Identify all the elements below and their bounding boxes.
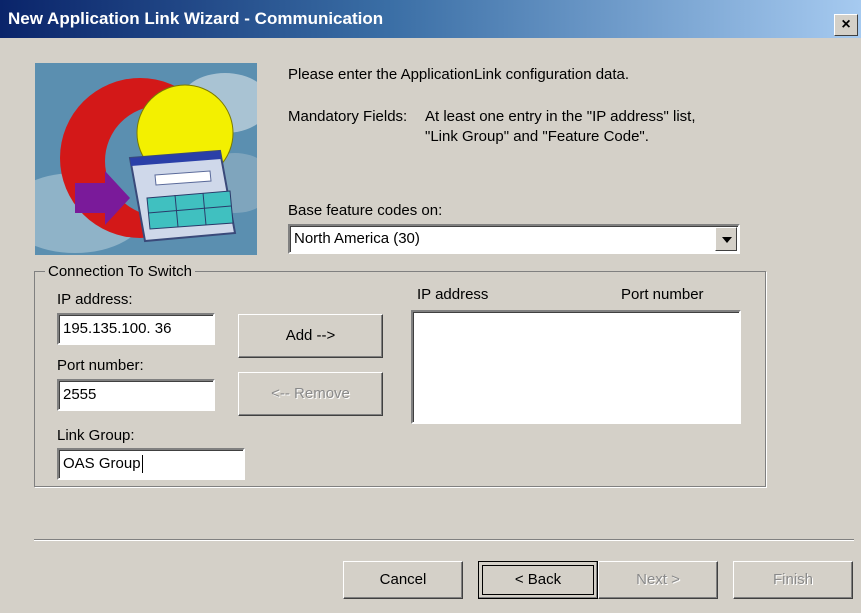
close-button[interactable]: ×: [834, 14, 858, 36]
add-button[interactable]: Add -->: [238, 314, 383, 358]
ip-address-list[interactable]: [411, 310, 741, 424]
list-header-ip: IP address: [417, 286, 489, 303]
mandatory-text-line2: "Link Group" and "Feature Code".: [425, 128, 649, 145]
intro-text: Please enter the ApplicationLink configu…: [288, 66, 630, 83]
mandatory-text-line1: At least one entry in the "IP address" l…: [425, 108, 696, 125]
title-bar: New Application Link Wizard - Communicat…: [0, 0, 861, 38]
link-group-label: Link Group:: [57, 427, 135, 444]
finish-button[interactable]: Finish: [733, 561, 853, 599]
chevron-down-icon[interactable]: [715, 227, 737, 251]
wizard-illustration-icon: [35, 63, 257, 255]
wizard-window: New Application Link Wizard - Communicat…: [0, 0, 861, 613]
remove-button[interactable]: <-- Remove: [238, 372, 383, 416]
window-title: New Application Link Wizard - Communicat…: [8, 9, 384, 28]
mandatory-label: Mandatory Fields:: [288, 108, 408, 125]
link-group-value: OAS Group: [63, 455, 141, 472]
port-number-value: 2555: [63, 386, 97, 403]
text-caret: [141, 455, 143, 474]
next-button[interactable]: Next >: [598, 561, 718, 599]
link-group-input[interactable]: OAS Group: [57, 448, 245, 480]
ip-address-input[interactable]: 195.135.100. 36: [57, 313, 215, 345]
back-button[interactable]: < Back: [478, 561, 598, 599]
port-number-label: Port number:: [57, 357, 144, 374]
footer-separator: [34, 539, 854, 541]
close-icon: ×: [841, 16, 851, 33]
ip-address-value: 195.135.100. 36: [63, 320, 172, 337]
list-header-port: Port number: [621, 286, 704, 303]
connection-group-label: Connection To Switch: [45, 263, 195, 280]
ip-address-label: IP address:: [57, 291, 133, 308]
feature-codes-selected: North America (30): [294, 230, 420, 247]
port-number-input[interactable]: 2555: [57, 379, 215, 411]
feature-codes-label: Base feature codes on:: [288, 202, 443, 219]
cancel-button[interactable]: Cancel: [343, 561, 463, 599]
feature-codes-select[interactable]: North America (30): [288, 224, 740, 254]
